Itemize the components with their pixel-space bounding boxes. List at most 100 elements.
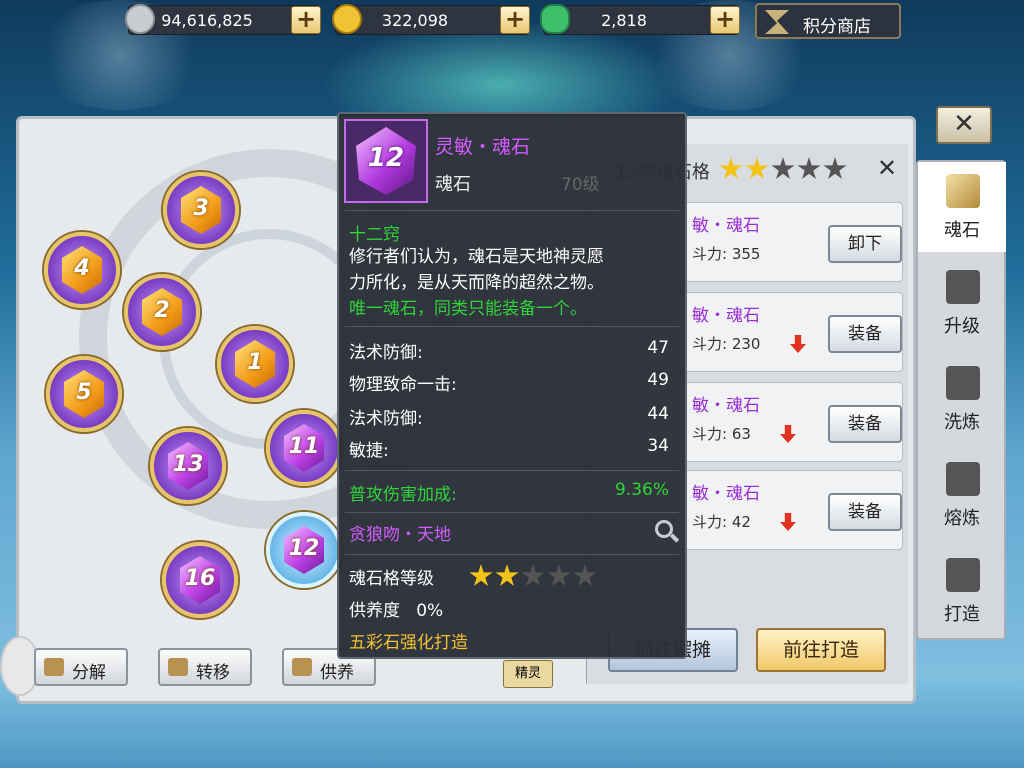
- star-icon: [521, 564, 545, 586]
- unique-note: 唯一魂石，同类只能装备一个。: [349, 299, 587, 319]
- decompose-button[interactable]: 分解: [34, 648, 128, 686]
- star-icon: [573, 564, 597, 586]
- add-silver-button[interactable]: +: [291, 6, 321, 34]
- tab-label: 魂石: [944, 220, 980, 241]
- side-tabs: 魂石 升级 洗炼 熔炼 打造: [916, 160, 1006, 640]
- divider: [345, 512, 679, 513]
- bonus-label: 普攻伤害加成:: [349, 485, 457, 505]
- nurture-level: 供养度 0%: [349, 601, 444, 621]
- divider: [345, 470, 679, 471]
- item-name: 灵敏・魂石: [435, 136, 531, 158]
- tab-label: 洗炼: [944, 412, 980, 433]
- gem-slot-5[interactable]: 5: [46, 356, 122, 432]
- star-icon: [823, 157, 847, 179]
- tab-label: 升级: [944, 316, 980, 337]
- unequip-button[interactable]: 卸下: [828, 225, 902, 263]
- gem-number: 5: [76, 380, 92, 405]
- close-panel-button[interactable]: ✕: [936, 106, 992, 144]
- gem-number: 11: [288, 434, 320, 459]
- soulstone-icon: [946, 174, 980, 208]
- star-icon: [797, 157, 821, 179]
- decompose-label: 分解: [72, 663, 106, 683]
- gem-number: 16: [184, 566, 216, 591]
- divider: [345, 210, 679, 211]
- stat-label: 法术防御:: [349, 409, 423, 429]
- gem-slot-3[interactable]: 3: [163, 172, 239, 248]
- star-icon: [719, 157, 743, 179]
- tooltip-gem-icon: 12: [344, 119, 428, 203]
- star-icon: [547, 564, 571, 586]
- set-name: 贪狼吻・天地: [349, 525, 451, 545]
- forge-icon: [946, 558, 980, 592]
- gem-slot-4[interactable]: 4: [44, 232, 120, 308]
- stat-value: 34: [647, 436, 669, 456]
- star-icon: [469, 564, 493, 586]
- add-jade-button[interactable]: +: [710, 6, 740, 34]
- tab-label: 打造: [944, 604, 980, 625]
- gem-number: 3: [193, 196, 209, 221]
- tab-label: 熔炼: [944, 508, 980, 529]
- gem-slot-11[interactable]: 11: [266, 410, 342, 486]
- stat-value: 49: [647, 370, 669, 390]
- stat-row: 法术防御: 44: [349, 404, 669, 430]
- item-power: 斗力: 42: [692, 513, 751, 531]
- description-line: 力所化，是从天而降的超然之物。: [349, 273, 604, 293]
- decompose-icon: [44, 658, 64, 676]
- nurture-icon: [292, 658, 312, 676]
- points-shop-label: 积分商店: [803, 17, 871, 37]
- gem-number: 12: [288, 536, 320, 561]
- tab-upgrade[interactable]: 升级: [918, 258, 1006, 348]
- item-name: 敏・魂石: [692, 216, 760, 236]
- item-power: 斗力: 230: [692, 335, 761, 353]
- currency-silver: 94,616,825 +: [125, 4, 321, 35]
- gem-slot-13[interactable]: 13: [150, 428, 226, 504]
- equip-button[interactable]: 装备: [828, 405, 902, 443]
- down-arrow-icon: [780, 513, 796, 531]
- currency-gold: 322,098 +: [332, 4, 530, 35]
- star-icon: [771, 157, 795, 179]
- spirit-button[interactable]: 精灵: [503, 660, 553, 688]
- equip-button[interactable]: 装备: [828, 315, 902, 353]
- stat-value: 44: [647, 404, 669, 424]
- shop-flag-icon: [765, 10, 789, 34]
- gold-amount: 322,098: [381, 11, 449, 30]
- close-list-button[interactable]: ✕: [877, 154, 897, 182]
- item-power: 斗力: 63: [692, 425, 751, 443]
- gem-slot-12[interactable]: 12: [266, 512, 342, 588]
- silver-amount: 94,616,825: [161, 11, 253, 30]
- stat-label: 法术防御:: [349, 343, 423, 363]
- stat-label: 敏捷:: [349, 441, 389, 461]
- item-name: 敏・魂石: [692, 396, 760, 416]
- equip-button[interactable]: 装备: [828, 493, 902, 531]
- tab-forge[interactable]: 打造: [918, 546, 1006, 636]
- transfer-icon: [168, 658, 188, 676]
- stat-row: 法术防御: 47: [349, 338, 669, 364]
- bonus-value: 9.36%: [614, 480, 669, 500]
- points-shop-button[interactable]: 积分商店: [755, 3, 901, 39]
- refine-icon: [946, 366, 980, 400]
- gem-number: 2: [154, 298, 170, 323]
- gem-slot-16[interactable]: 16: [162, 542, 238, 618]
- upgrade-icon: [946, 270, 980, 304]
- transfer-label: 转移: [196, 663, 230, 683]
- tab-refine[interactable]: 洗炼: [918, 354, 1006, 444]
- nurture-label: 供养: [320, 663, 354, 683]
- star-icon: [745, 157, 769, 179]
- add-gold-button[interactable]: +: [500, 6, 530, 34]
- tab-soulstone[interactable]: 魂石: [918, 162, 1006, 252]
- stat-row: 物理致命一击: 49: [349, 370, 669, 396]
- stat-value: 47: [647, 338, 669, 358]
- down-arrow-icon: [780, 425, 796, 443]
- transfer-button[interactable]: 转移: [158, 648, 252, 686]
- item-type: 魂石: [435, 174, 471, 195]
- star-icon: [495, 564, 519, 586]
- gem-slot-1[interactable]: 1: [217, 326, 293, 402]
- slot-grade-stars: [719, 157, 847, 181]
- gem-slot-2[interactable]: 2: [124, 274, 200, 350]
- description-line: 修行者们认为，魂石是天地神灵愿: [349, 247, 604, 267]
- tab-smelt[interactable]: 熔炼: [918, 450, 1006, 540]
- search-icon[interactable]: [655, 520, 680, 544]
- go-to-forge-button[interactable]: 前往打造: [756, 628, 886, 672]
- forge-hint: 五彩石强化打造: [349, 633, 468, 653]
- item-name: 敏・魂石: [692, 306, 760, 326]
